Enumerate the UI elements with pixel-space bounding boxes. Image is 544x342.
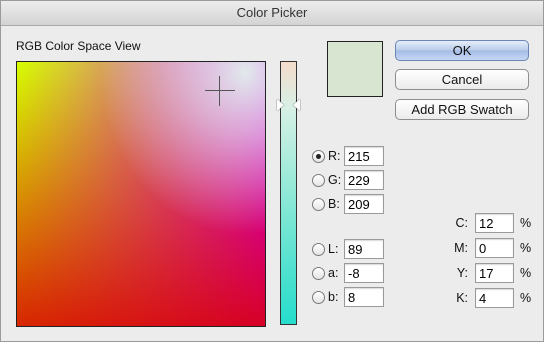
c-unit: %: [520, 216, 532, 230]
r-input[interactable]: [344, 146, 384, 166]
a-input[interactable]: [344, 263, 384, 283]
slider-thumb-right-icon[interactable]: [293, 99, 300, 111]
cmyk-y-row: Y: %: [446, 263, 531, 283]
cancel-button[interactable]: Cancel: [395, 69, 529, 90]
rgb-b-row: B:: [312, 194, 384, 214]
label-y: Y:: [456, 266, 468, 280]
radio-g[interactable]: [312, 173, 325, 187]
b-input[interactable]: [344, 194, 384, 214]
y-unit: %: [520, 266, 532, 280]
color-picker-window: Color Picker RGB Color Space View OK Can…: [0, 0, 544, 342]
k-input[interactable]: [475, 288, 514, 308]
lab-b-input[interactable]: [344, 287, 384, 307]
m-unit: %: [520, 241, 532, 255]
label-a: a:: [328, 266, 339, 280]
current-color-swatch: [327, 41, 383, 97]
radio-b[interactable]: [312, 197, 325, 211]
crosshair-cursor-icon[interactable]: [205, 76, 235, 106]
label-g: G:: [328, 173, 342, 187]
label-b: B:: [328, 197, 340, 211]
rgb-g-row: G:: [312, 170, 384, 190]
lab-a-row: a:: [312, 263, 384, 283]
cmyk-c-row: C: %: [446, 213, 531, 233]
label-l: L:: [328, 242, 339, 256]
lab-l-row: L:: [312, 239, 384, 259]
radio-l[interactable]: [312, 242, 325, 256]
g-input[interactable]: [344, 170, 384, 190]
radio-a[interactable]: [312, 266, 325, 280]
label-k: K:: [456, 291, 468, 305]
slider-thumb-left-icon[interactable]: [277, 99, 284, 111]
view-label: RGB Color Space View: [16, 39, 141, 53]
cmyk-m-row: M: %: [446, 238, 531, 258]
lab-b-row: b:: [312, 287, 384, 307]
label-m: M:: [454, 241, 468, 255]
l-input[interactable]: [344, 239, 384, 259]
cmyk-k-row: K: %: [446, 288, 531, 308]
radio-r[interactable]: [312, 149, 325, 163]
radio-lab-b[interactable]: [312, 290, 325, 304]
c-input[interactable]: [475, 213, 514, 233]
ok-button[interactable]: OK: [395, 40, 529, 61]
label-lab-b: b:: [328, 290, 339, 304]
color-space-field[interactable]: [16, 61, 266, 327]
label-c: C:: [455, 216, 469, 230]
rgb-r-row: R:: [312, 146, 384, 166]
k-unit: %: [520, 291, 532, 305]
window-title: Color Picker: [1, 1, 543, 26]
m-input[interactable]: [475, 238, 514, 258]
add-rgb-swatch-button[interactable]: Add RGB Swatch: [395, 99, 529, 120]
y-input[interactable]: [475, 263, 514, 283]
label-r: R:: [328, 149, 341, 163]
